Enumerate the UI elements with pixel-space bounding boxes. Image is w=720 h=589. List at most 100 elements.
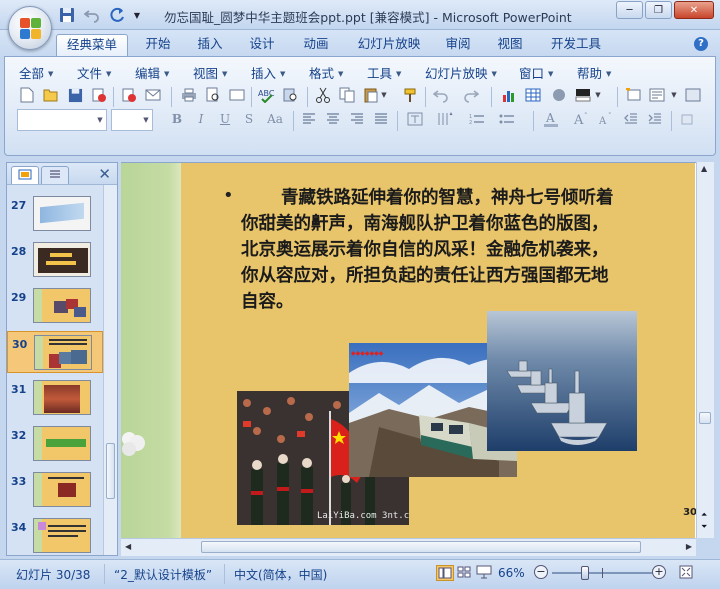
menu-window[interactable]: 窗口 ▼ [519, 63, 553, 82]
underline-button[interactable]: U [215, 109, 235, 129]
line-spacing-icon[interactable] [435, 109, 455, 129]
tab-design[interactable]: 设计 [240, 34, 284, 56]
slide-body-text[interactable]: 青藏铁路延伸着你的智慧，神舟七号倾听着你甜美的鼾声，南海舰队护卫着你蓝色的版图，… [241, 185, 621, 315]
tab-outline[interactable] [41, 166, 69, 184]
italic-button[interactable]: I [191, 109, 211, 129]
publish-icon[interactable] [119, 85, 139, 105]
color-dropdown-icon[interactable]: ▼ [593, 85, 603, 105]
font-name-combo[interactable]: ▼ [17, 109, 107, 131]
scroll-right-icon[interactable]: ▶ [686, 542, 692, 551]
minimize-button[interactable]: ─ [616, 1, 643, 19]
save-icon[interactable] [56, 5, 78, 25]
menu-all[interactable]: 全部 ▼ [19, 63, 53, 82]
scroll-up-icon[interactable]: ▲ [701, 164, 707, 173]
slide-thumbnail-27[interactable]: 27 [7, 193, 103, 235]
tab-home[interactable]: 开始 [136, 34, 180, 56]
font-color-icon[interactable]: A [541, 109, 561, 129]
new-icon[interactable] [17, 85, 37, 105]
slide-horizontal-scrollbar[interactable]: ◀ ▶ [121, 538, 696, 556]
zoom-slider-thumb[interactable] [581, 566, 589, 580]
print-preview-icon[interactable] [203, 85, 223, 105]
redo-toolbar-icon[interactable] [461, 85, 481, 105]
scroll-left-icon[interactable]: ◀ [125, 542, 131, 551]
slide-thumbnail-28[interactable]: 28 [7, 239, 103, 281]
tab-insert[interactable]: 插入 [188, 34, 232, 56]
color-scheme-icon[interactable] [573, 85, 593, 105]
design-icon[interactable] [683, 85, 703, 105]
scroll-thumb[interactable] [699, 412, 711, 424]
bold-button[interactable]: B [167, 109, 187, 129]
align-left-icon[interactable] [299, 109, 319, 129]
tab-slideshow[interactable]: 幻灯片放映 [348, 34, 430, 56]
zoom-slider[interactable] [552, 566, 652, 580]
help-icon[interactable]: ? [694, 37, 708, 51]
menu-tools[interactable]: 工具 ▼ [367, 63, 401, 82]
arrange-icon[interactable] [679, 109, 699, 129]
menu-insert[interactable]: 插入 ▼ [251, 63, 285, 82]
increase-indent-icon[interactable] [645, 109, 665, 129]
previous-slide-icon[interactable]: ⏶ [701, 510, 707, 520]
chart-icon[interactable] [499, 85, 519, 105]
menu-view[interactable]: 视图 ▼ [193, 63, 227, 82]
office-button[interactable] [8, 6, 52, 50]
current-slide[interactable]: • 青藏铁路延伸着你的智慧，神舟七号倾听着你甜美的鼾声，南海舰队护卫着你蓝色的版… [121, 163, 696, 538]
permission-icon[interactable] [89, 85, 109, 105]
thumbnails-scrollbar[interactable] [103, 185, 117, 555]
theme-name[interactable]: “2_默认设计模板” [114, 566, 212, 583]
slide-vertical-scrollbar[interactable]: ▲ ⏶ ⏷ [696, 162, 714, 538]
slide-sorter-icon[interactable] [456, 565, 474, 581]
align-center-icon[interactable] [323, 109, 343, 129]
menu-help[interactable]: 帮助 ▼ [577, 63, 611, 82]
photo-navy-fleet[interactable] [487, 311, 637, 451]
slideshow-view-icon[interactable] [476, 565, 494, 581]
tab-review[interactable]: 审阅 [436, 34, 480, 56]
close-pane-icon[interactable]: ✕ [98, 165, 111, 183]
grayscale-icon[interactable] [549, 85, 569, 105]
tab-view[interactable]: 视图 [488, 34, 532, 56]
menu-format[interactable]: 格式 ▼ [309, 63, 343, 82]
cut-icon[interactable] [313, 85, 333, 105]
font-size-combo[interactable]: ▼ [111, 109, 153, 131]
slide-thumbnail-31[interactable]: 31 [7, 377, 103, 419]
paste-icon[interactable] [361, 85, 381, 105]
scroll-thumb[interactable] [106, 443, 115, 499]
menu-slideshow[interactable]: 幻灯片放映 ▼ [425, 63, 497, 82]
customize-qat-icon[interactable]: ▼ [131, 5, 143, 25]
new-slide-icon[interactable] [623, 85, 643, 105]
align-right-icon[interactable] [347, 109, 367, 129]
tab-slides[interactable] [11, 166, 39, 184]
bullets-icon[interactable] [497, 109, 517, 129]
slide-thumbnail-34[interactable]: 34 [7, 515, 103, 557]
undo-toolbar-icon[interactable] [431, 85, 451, 105]
zoom-in-icon[interactable]: + [652, 565, 666, 579]
next-slide-icon[interactable]: ⏷ [701, 522, 707, 532]
slide-thumbnail-29[interactable]: 29 [7, 285, 103, 327]
save-file-icon[interactable] [65, 85, 85, 105]
slide-thumbnail-33[interactable]: 33 [7, 469, 103, 511]
close-button[interactable]: ✕ [674, 1, 714, 19]
slide-thumbnail-30[interactable]: 30 [7, 331, 103, 373]
research-icon[interactable] [281, 85, 301, 105]
paste-dropdown-icon[interactable]: ▼ [379, 85, 389, 105]
language-indicator[interactable]: 中文(简体，中国) [234, 566, 327, 583]
change-case-button[interactable]: Aa [263, 109, 287, 129]
email-icon[interactable] [143, 85, 163, 105]
format-painter-icon[interactable] [401, 85, 421, 105]
slide-thumbnail-32[interactable]: 32 [7, 423, 103, 465]
normal-view-icon[interactable] [436, 565, 454, 581]
numbering-icon[interactable]: 12 [467, 109, 487, 129]
scroll-thumb[interactable] [201, 541, 641, 553]
justify-icon[interactable] [371, 109, 391, 129]
tab-classic-menu[interactable]: 经典菜单 [56, 34, 128, 56]
menu-file[interactable]: 文件 ▼ [77, 63, 111, 82]
slide-view-icon[interactable] [227, 85, 247, 105]
shadow-button[interactable]: S [239, 109, 259, 129]
layout-dropdown-icon[interactable]: ▼ [669, 85, 679, 105]
text-box-icon[interactable] [405, 109, 425, 129]
redo-icon[interactable] [106, 5, 128, 25]
spelling-icon[interactable]: ABC [257, 85, 277, 105]
tab-developer[interactable]: 开发工具 [542, 34, 610, 56]
print-icon[interactable] [179, 85, 199, 105]
decrease-indent-icon[interactable] [621, 109, 641, 129]
tab-animation[interactable]: 动画 [294, 34, 338, 56]
